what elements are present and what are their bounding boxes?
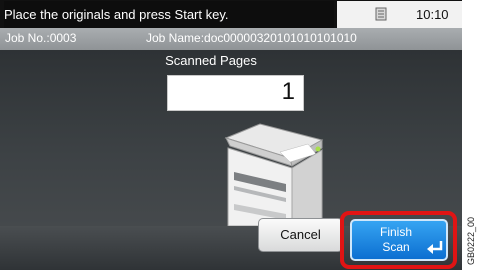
status-bar: Place the originals and press Start key.… [0, 0, 462, 28]
scanned-page-count: 1 [281, 78, 295, 105]
finish-scan-button[interactable]: Finish Scan [350, 219, 448, 261]
enter-icon [427, 241, 443, 254]
status-message: Place the originals and press Start key. [4, 1, 334, 28]
job-number: Job No.:0003 [5, 31, 77, 45]
scanner-illustration [224, 123, 324, 226]
figure-code: GB0222_00 [466, 216, 476, 265]
scanned-pages-display: 1 [167, 75, 304, 111]
job-info-bar: Job No.:0003 Job Name:doc000003201010101… [0, 28, 462, 50]
job-name: Job Name:doc00000320101010101010 [146, 31, 357, 45]
scanned-pages-label: Scanned Pages [0, 53, 462, 68]
clock-time: 10:10 [416, 7, 449, 22]
scanned-pages-label-text: Scanned Pages [165, 53, 257, 68]
finish-scan-label-line1: Finish [379, 225, 412, 239]
touch-panel-screen: Place the originals and press Start key.… [0, 0, 462, 270]
cancel-button[interactable]: Cancel [258, 218, 343, 252]
job-status-icon [375, 7, 387, 21]
